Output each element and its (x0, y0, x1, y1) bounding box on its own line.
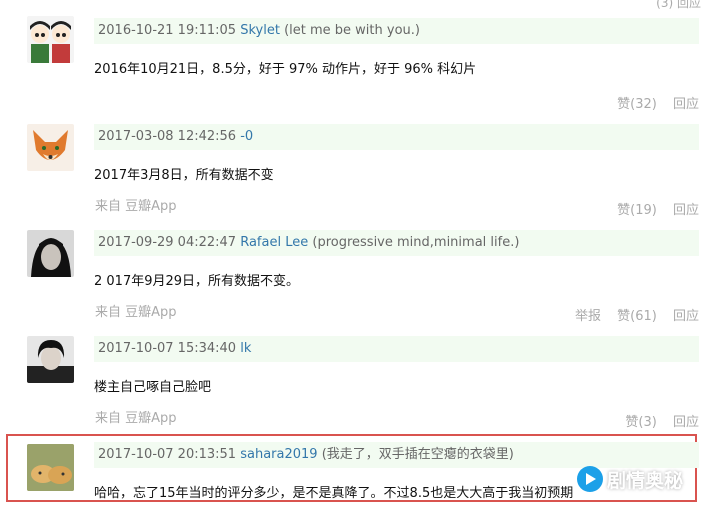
comment-signature: (我走了，双手插在空瘪的衣袋里) (321, 447, 514, 462)
comment-username[interactable]: sahara2019 (240, 447, 317, 462)
comment-text: 楼主自己啄自己脸吧 (94, 380, 212, 395)
watermark-text: 剧情奥秘 (607, 469, 684, 492)
comment-time: 2017-09-29 04:22:47 (98, 235, 237, 250)
avatar[interactable] (27, 444, 74, 491)
comment-username[interactable]: Skylet (240, 23, 280, 38)
comment-actions: 赞(19) 回应 (605, 199, 699, 218)
like-button[interactable]: 赞(32) (617, 97, 657, 112)
avatar[interactable] (27, 16, 74, 63)
comment-username[interactable]: -0 (240, 129, 253, 144)
like-button[interactable]: 赞(61) (617, 309, 657, 324)
previous-actions-cut: (3) 回应 (656, 0, 701, 10)
comment-text: 哈哈，忘了15年当时的评分多少，是不是真降了。不过8.5也是大大高于我当初预期 (94, 486, 574, 501)
logo-icon (577, 466, 603, 492)
comment-header: 2017-03-08 12:42:56 -0 (94, 124, 699, 150)
reply-button[interactable]: 回应 (673, 415, 699, 430)
reply-button[interactable]: 回应 (673, 309, 699, 324)
comment-username[interactable]: Rafael Lee (240, 235, 308, 250)
comment-header: 2017-09-29 04:22:47 Rafael Lee (progress… (94, 230, 699, 256)
comment-signature: (progressive mind,minimal life.) (312, 235, 520, 250)
comment-source: 来自 豆瓣App (95, 199, 177, 214)
comment-time: 2016-10-21 19:11:05 (98, 23, 237, 38)
comment-username[interactable]: lk (240, 341, 251, 356)
watermark: 剧情奥秘 (577, 459, 717, 499)
comment-time: 2017-03-08 12:42:56 (98, 129, 237, 144)
reply-button[interactable]: 回应 (673, 97, 699, 112)
comment-time: 2017-10-07 15:34:40 (98, 341, 237, 356)
comment-actions: 赞(3) 回应 (613, 411, 699, 430)
comment-actions: 赞(32) 回应 (605, 93, 699, 112)
comment-actions: 举报 赞(61) 回应 (563, 305, 699, 324)
comment-text: 2017年3月8日，所有数据不变 (94, 168, 274, 183)
comment-source: 来自 豆瓣App (95, 305, 177, 320)
comment-header: 2016-10-21 19:11:05 Skylet (let me be wi… (94, 18, 699, 44)
avatar[interactable] (27, 336, 74, 383)
avatar[interactable] (27, 230, 74, 277)
like-button[interactable]: 赞(3) (625, 415, 656, 430)
avatar[interactable] (27, 124, 74, 171)
comment-time: 2017-10-07 20:13:51 (98, 447, 237, 462)
comment-source: 来自 豆瓣App (95, 411, 177, 426)
comment-text: 2 017年9月29日，所有数据不变。 (94, 274, 300, 289)
comment-text: 2016年10月21日，8.5分，好于 97% 动作片，好于 96% 科幻片 (94, 62, 477, 77)
report-button[interactable]: 举报 (575, 309, 601, 324)
comment-header: 2017-10-07 15:34:40 lk (94, 336, 699, 362)
reply-button[interactable]: 回应 (673, 203, 699, 218)
like-button[interactable]: 赞(19) (617, 203, 657, 218)
comment-signature: (let me be with you.) (284, 23, 420, 38)
